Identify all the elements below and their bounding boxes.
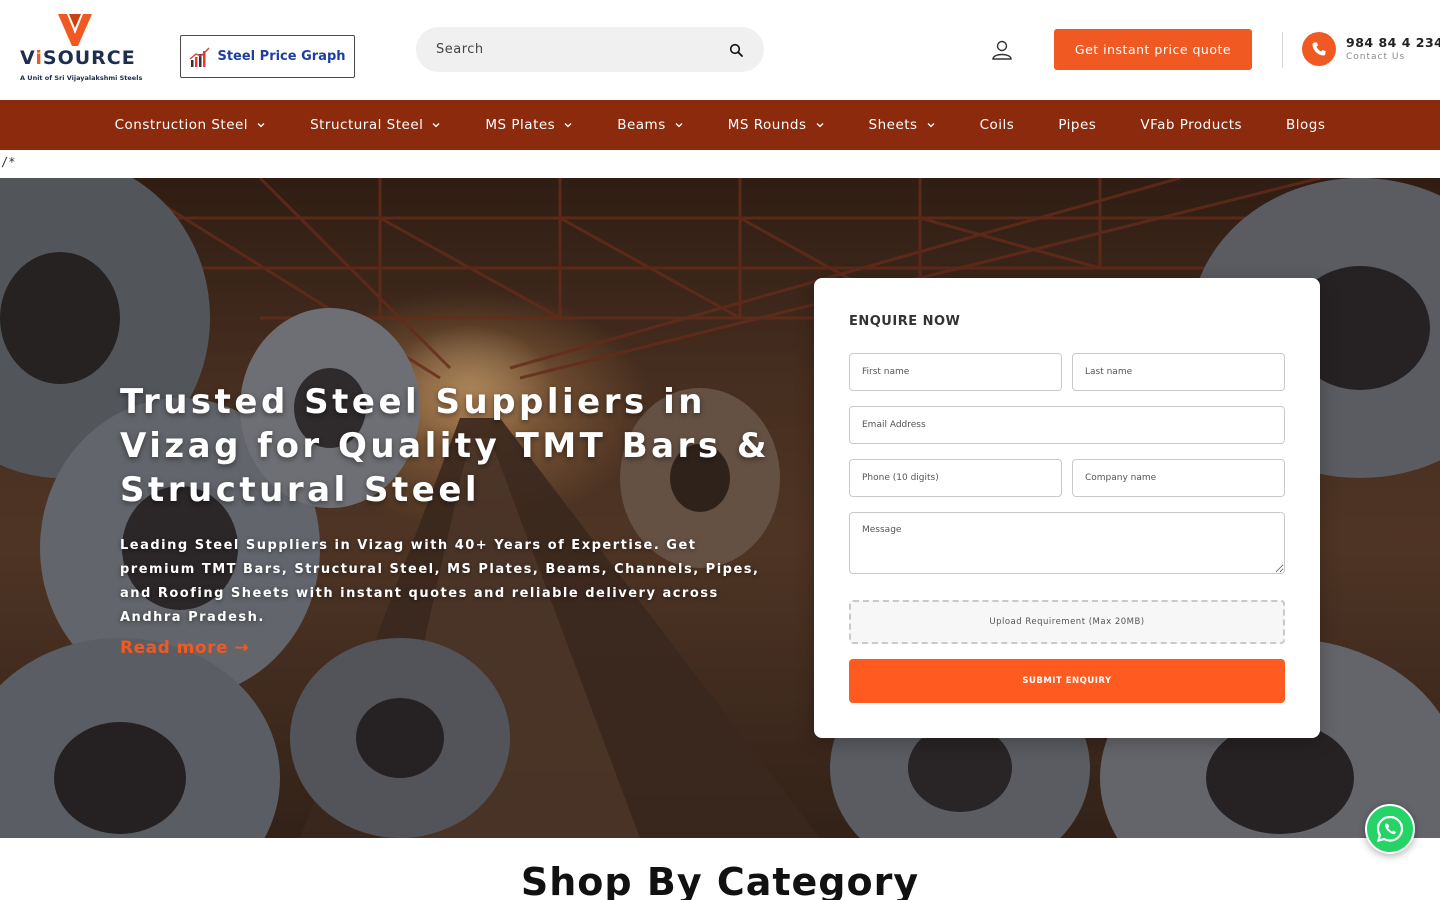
header-divider [1282, 32, 1283, 68]
nav-item-label: Pipes [1058, 117, 1097, 133]
chevron-down-icon [815, 120, 825, 130]
search-input[interactable] [436, 42, 728, 57]
whatsapp-icon[interactable] [1365, 804, 1415, 854]
nav-item-vfab-products[interactable]: VFab Products [1118, 117, 1264, 133]
first-name-field[interactable] [849, 353, 1062, 391]
contact-us-label: Contact Us [1346, 52, 1406, 62]
company-name-field[interactable] [1072, 459, 1285, 497]
steel-price-graph-label: Steel Price Graph [217, 49, 346, 64]
hero-title: Trusted Steel Suppliers in Vizag for Qua… [120, 382, 771, 510]
logo-tagline: A Unit of Sri Vijayalakshmi Steels [20, 74, 143, 82]
chevron-down-icon [256, 120, 266, 130]
nav-item-label: Structural Steel [310, 117, 424, 133]
chevron-down-icon [674, 120, 684, 130]
nav-item-label: MS Plates [485, 117, 556, 133]
nav-item-sheets[interactable]: Sheets [847, 117, 958, 133]
search-icon[interactable] [728, 42, 744, 58]
nav-item-label: Beams [617, 117, 666, 133]
visource-logo[interactable]: ViSOURCE A Unit of Sri Vijayalakshmi Ste… [20, 14, 143, 86]
read-more-link[interactable]: Read more → [120, 638, 249, 658]
message-field[interactable] [849, 512, 1285, 574]
logo-v-mark-icon [58, 14, 92, 46]
enquiry-form: ENQUIRE NOW Upload Requirement (Max 20MB… [814, 278, 1320, 738]
nav-item-label: Coils [979, 117, 1015, 133]
upload-requirement-dropzone[interactable]: Upload Requirement (Max 20MB) [849, 600, 1285, 644]
stray-comment-text: /* [1, 155, 16, 169]
instant-price-quote-button[interactable]: Get instant price quote [1054, 29, 1252, 70]
logo-wordmark: ViSOURCE [20, 47, 136, 69]
last-name-field[interactable] [1072, 353, 1285, 391]
nav-item-blogs[interactable]: Blogs [1264, 117, 1347, 133]
enquiry-title: ENQUIRE NOW [849, 314, 961, 329]
user-icon[interactable] [990, 38, 1014, 62]
email-field[interactable] [849, 406, 1285, 444]
nav-item-label: VFab Products [1140, 117, 1243, 133]
site-header: ViSOURCE A Unit of Sri Vijayalakshmi Ste… [0, 0, 1440, 100]
search-bar [416, 27, 764, 72]
chart-icon [190, 47, 210, 67]
phone-field[interactable] [849, 459, 1062, 497]
shop-by-category-heading: Shop By Category [520, 860, 920, 900]
submit-enquiry-button[interactable]: SUBMIT ENQUIRY [849, 659, 1285, 703]
steel-price-graph-button[interactable]: Steel Price Graph [180, 35, 355, 78]
phone-number[interactable]: 984 84 4 2346 [1346, 35, 1440, 50]
nav-list: Construction Steel Structural Steel MS Pla… [93, 117, 1348, 133]
nav-item-structural-steel[interactable]: Structural Steel [288, 117, 463, 133]
chevron-down-icon [431, 120, 441, 130]
nav-item-label: Sheets [868, 117, 918, 133]
nav-item-ms-plates[interactable]: MS Plates [463, 117, 595, 133]
main-nav: Construction Steel Structural Steel MS Pla… [0, 100, 1440, 150]
nav-item-label: Blogs [1286, 117, 1326, 133]
hero-subtitle: Leading Steel Suppliers in Vizag with 40… [120, 538, 760, 625]
nav-item-coils[interactable]: Coils [958, 117, 1037, 133]
chevron-down-icon [563, 120, 573, 130]
chevron-down-icon [926, 120, 936, 130]
nav-item-label: Construction Steel [114, 117, 249, 133]
nav-item-pipes[interactable]: Pipes [1036, 117, 1118, 133]
nav-item-beams[interactable]: Beams [595, 117, 706, 133]
nav-item-ms-rounds[interactable]: MS Rounds [706, 117, 847, 133]
nav-item-construction-steel[interactable]: Construction Steel [93, 117, 288, 133]
nav-item-label: MS Rounds [727, 117, 807, 133]
phone-icon[interactable] [1302, 32, 1336, 66]
